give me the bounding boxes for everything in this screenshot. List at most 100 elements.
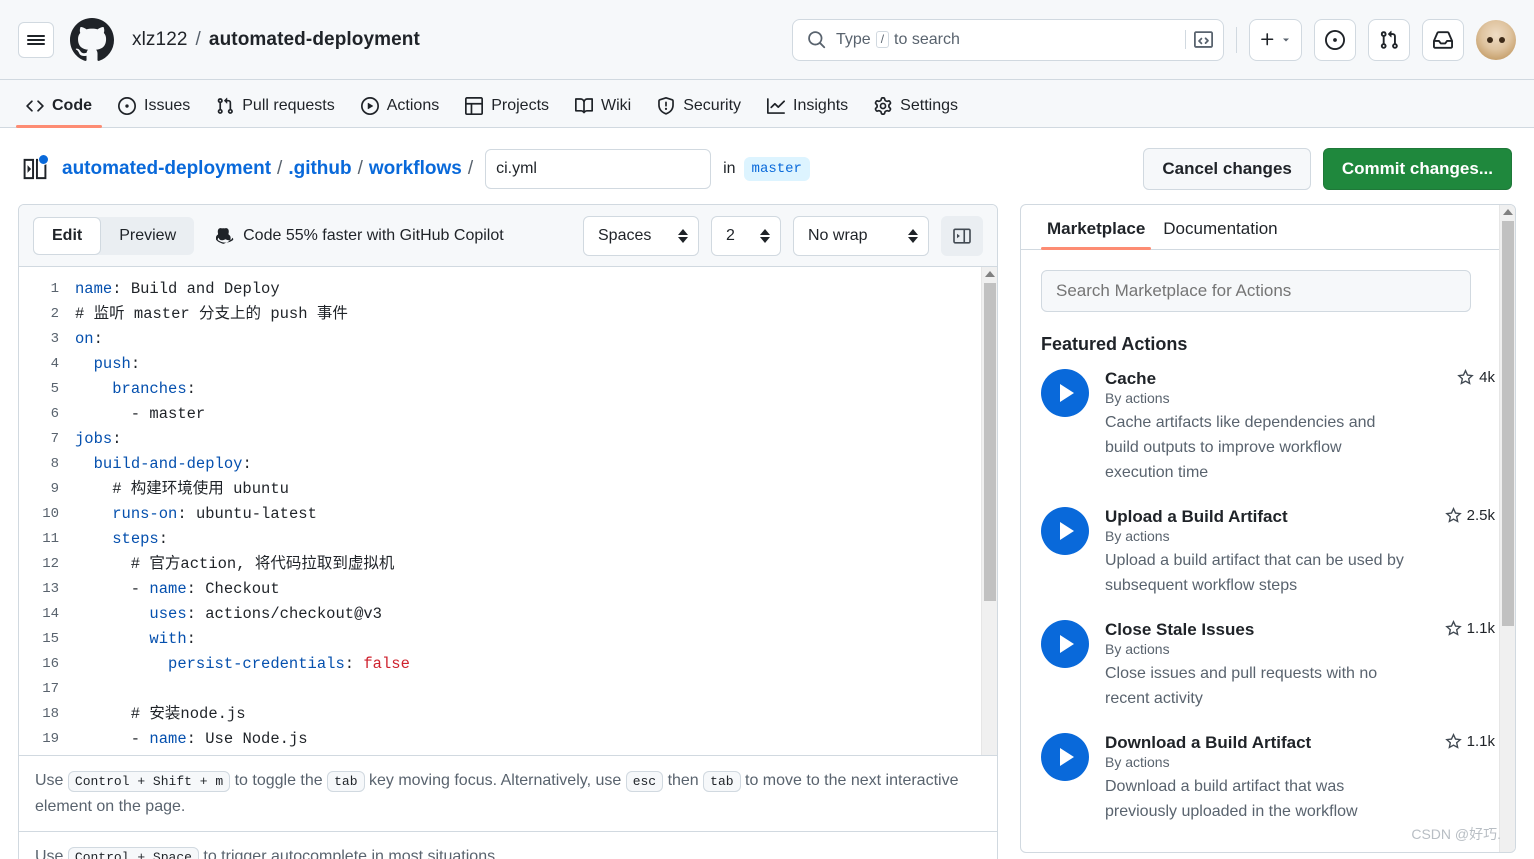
side-panel-toggle-icon[interactable] — [22, 154, 49, 182]
breadcrumb-folder-github[interactable]: .github — [288, 158, 351, 180]
help-text-1b: to toggle the — [234, 772, 323, 789]
nav-item-projects[interactable]: Projects — [455, 97, 559, 127]
code-line: 11 steps: — [19, 527, 997, 552]
stepper-icon — [760, 228, 770, 243]
code-line: 9 # 构建环境使用 ubuntu — [19, 477, 997, 502]
action-name[interactable]: Close Stale Issues — [1105, 620, 1254, 640]
avatar[interactable] — [1476, 19, 1516, 60]
line-content: build-and-deploy: — [93, 455, 252, 473]
book-icon — [575, 98, 594, 114]
editor-panel-toggle-icon — [953, 227, 971, 244]
breadcrumb-repo-link[interactable]: automated-deployment — [62, 158, 271, 180]
editor-help-autocomplete: Use Control + Space to trigger autocompl… — [19, 831, 997, 859]
shield-icon — [658, 97, 675, 115]
issues-button[interactable] — [1314, 18, 1356, 61]
star-count-value: 1.1k — [1466, 620, 1495, 637]
action-author: By actions — [1105, 641, 1170, 657]
code-line: 3 on: — [19, 327, 997, 352]
indent-size-value: 2 — [726, 226, 735, 244]
wrap-mode-select[interactable]: No wrap — [793, 215, 929, 256]
action-author: By actions — [1105, 754, 1170, 770]
code-line: 10 runs-on: ubuntu-latest — [19, 502, 997, 527]
action-star-count: 2.5k — [1435, 507, 1495, 524]
line-number: 11 — [42, 531, 59, 547]
terminal-icon[interactable] — [1185, 30, 1213, 49]
breadcrumb-slash-2: / — [357, 158, 363, 179]
filename-input[interactable] — [485, 149, 712, 189]
indent-mode-select[interactable]: Spaces — [583, 215, 699, 256]
nav-item-security[interactable]: Security — [647, 97, 751, 127]
nav-item-code[interactable]: Code — [16, 97, 102, 128]
action-name[interactable]: Upload a Build Artifact — [1105, 507, 1288, 527]
search-input[interactable]: Type / to search — [792, 18, 1224, 61]
tab-documentation[interactable]: Documentation — [1157, 219, 1283, 249]
copilot-promo[interactable]: Code 55% faster with GitHub Copilot — [216, 226, 504, 245]
scroll-up-arrow-icon[interactable] — [1500, 205, 1515, 219]
indent-size-select[interactable]: 2 — [711, 215, 781, 256]
github-logo-icon[interactable] — [70, 17, 114, 62]
nav-item-settings-label: Settings — [900, 97, 958, 114]
code-line: 17 — [19, 677, 997, 702]
unsaved-changes-dot — [38, 154, 49, 165]
line-number: 18 — [42, 706, 59, 722]
action-star-count: 1.1k — [1435, 620, 1495, 637]
hamburger-menu-icon[interactable] — [18, 21, 54, 58]
line-content: jobs: — [75, 430, 122, 448]
breadcrumb: xlz122 / automated-deployment — [132, 29, 420, 51]
create-new-button[interactable] — [1249, 18, 1302, 61]
action-card-download-artifact[interactable]: Download a Build Artifact 1.1k By action… — [1041, 733, 1495, 824]
play-circle-icon — [1041, 620, 1089, 668]
editor-panel-toggle-button[interactable] — [941, 215, 983, 256]
commit-changes-button[interactable]: Commit changes... — [1322, 148, 1512, 190]
code-line: 7 jobs: — [19, 427, 997, 452]
editor-help-shortcuts: Use Control + Shift + m to toggle the ta… — [19, 755, 997, 831]
stepper-icon — [908, 228, 918, 243]
line-content: on: — [75, 330, 103, 348]
action-star-count: 4k — [1447, 369, 1495, 386]
help-text-2a: Use — [35, 848, 64, 859]
tab-marketplace[interactable]: Marketplace — [1041, 219, 1152, 250]
breadcrumb-folder-workflows[interactable]: workflows — [369, 158, 462, 180]
action-name[interactable]: Cache — [1105, 369, 1156, 389]
line-content: uses: actions/checkout@v3 — [149, 605, 382, 623]
nav-item-actions-label: Actions — [386, 97, 440, 114]
action-name[interactable]: Download a Build Artifact — [1105, 733, 1311, 753]
wrap-mode-value: No wrap — [808, 226, 868, 244]
action-details: Cache 4k By actions Cache artifacts like… — [1105, 369, 1495, 485]
editor-scrollbar[interactable] — [981, 267, 997, 755]
breadcrumb-slash-3: / — [467, 158, 474, 179]
repo-name-link[interactable]: automated-deployment — [209, 29, 420, 51]
repo-owner-link[interactable]: xlz122 — [132, 29, 188, 51]
tab-preview[interactable]: Preview — [101, 217, 194, 255]
tab-edit[interactable]: Edit — [33, 216, 102, 255]
action-card-close-stale-issues[interactable]: Close Stale Issues 1.1k By actions Close… — [1041, 620, 1495, 711]
nav-item-wiki[interactable]: Wiki — [565, 97, 641, 127]
star-count-value: 1.1k — [1466, 733, 1495, 750]
notifications-inbox-button[interactable] — [1422, 18, 1464, 61]
marketplace-scrollbar-thumb[interactable] — [1502, 221, 1514, 626]
nav-item-actions[interactable]: Actions — [351, 97, 449, 127]
issue-opened-icon — [1325, 29, 1345, 50]
nav-item-issues[interactable]: Issues — [108, 97, 200, 127]
copilot-icon — [216, 228, 234, 244]
nav-item-insights[interactable]: Insights — [757, 97, 858, 127]
nav-item-pull-requests[interactable]: Pull requests — [206, 97, 345, 127]
line-number: 19 — [42, 731, 59, 747]
line-content: # 监听 master 分支上的 push 事件 — [75, 305, 348, 323]
marketplace-scrollbar[interactable] — [1499, 205, 1515, 852]
scroll-up-arrow-icon[interactable] — [982, 267, 997, 281]
star-icon — [1444, 733, 1462, 749]
action-card-upload-artifact[interactable]: Upload a Build Artifact 2.5k By actions … — [1041, 507, 1495, 598]
marketplace-search-input[interactable] — [1041, 270, 1471, 312]
action-header: Cache 4k — [1105, 369, 1495, 389]
pull-requests-button[interactable] — [1368, 18, 1410, 61]
play-circle-icon — [1041, 369, 1089, 417]
code-line: 2 # 监听 master 分支上的 push 事件 — [19, 302, 997, 327]
editor-scrollbar-thumb[interactable] — [984, 283, 996, 601]
nav-item-settings[interactable]: Settings — [864, 97, 968, 127]
cancel-changes-button[interactable]: Cancel changes — [1143, 148, 1311, 190]
nav-item-projects-label: Projects — [491, 97, 550, 114]
code-editor-area[interactable]: 1 name: Build and Deploy 2 # 监听 master 分支上… — [19, 267, 997, 755]
header-actions: Type / to search — [792, 18, 1516, 61]
action-card-cache[interactable]: Cache 4k By actions Cache artifacts like… — [1041, 369, 1495, 485]
